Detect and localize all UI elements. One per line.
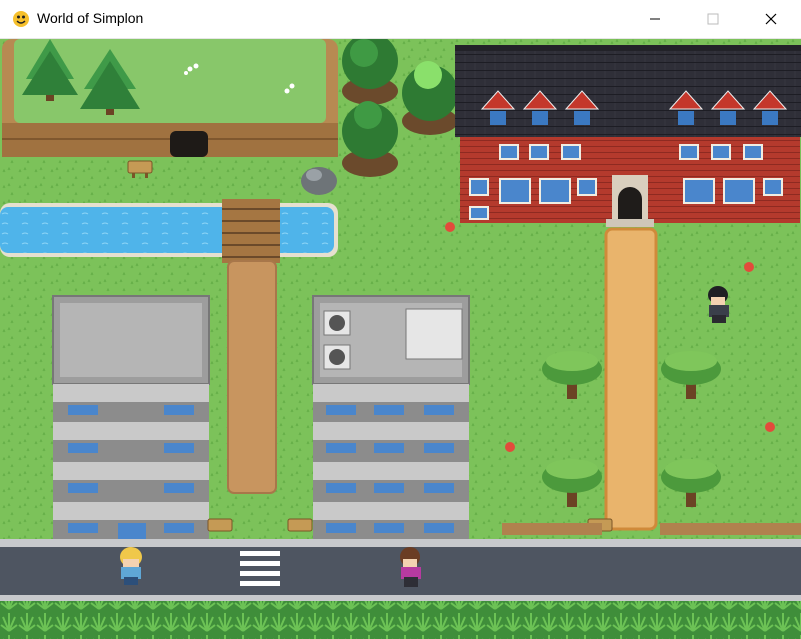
game-window: World of Simplon xyxy=(0,0,801,639)
sidewalk-bottom xyxy=(0,595,801,601)
river xyxy=(0,203,338,257)
minimize-button[interactable] xyxy=(626,0,684,38)
school-building[interactable] xyxy=(455,45,801,227)
apartment-left[interactable] xyxy=(52,295,210,542)
pygame-snake-icon xyxy=(13,11,29,27)
round-tree xyxy=(342,101,398,177)
sidewalk-top xyxy=(0,539,801,547)
close-icon xyxy=(765,13,777,25)
maximize-button[interactable] xyxy=(684,0,742,38)
game-viewport[interactable] xyxy=(0,39,801,639)
signpost[interactable] xyxy=(287,518,313,532)
apartment-right[interactable] xyxy=(312,295,470,542)
round-tree xyxy=(342,39,398,105)
cave-entrance[interactable] xyxy=(170,131,208,157)
wooden-bridge[interactable] xyxy=(222,199,280,263)
signpost[interactable] xyxy=(207,518,233,532)
sand-path xyxy=(604,227,658,531)
maximize-icon xyxy=(707,13,719,25)
hedge-row xyxy=(0,601,801,639)
close-button[interactable] xyxy=(742,0,800,38)
minimize-icon xyxy=(650,18,660,20)
window-title: World of Simplon xyxy=(37,10,144,26)
title-bar: World of Simplon xyxy=(0,0,801,39)
dirt-path xyxy=(227,260,277,494)
school-entrance[interactable] xyxy=(606,175,654,227)
boulder[interactable] xyxy=(301,167,337,195)
